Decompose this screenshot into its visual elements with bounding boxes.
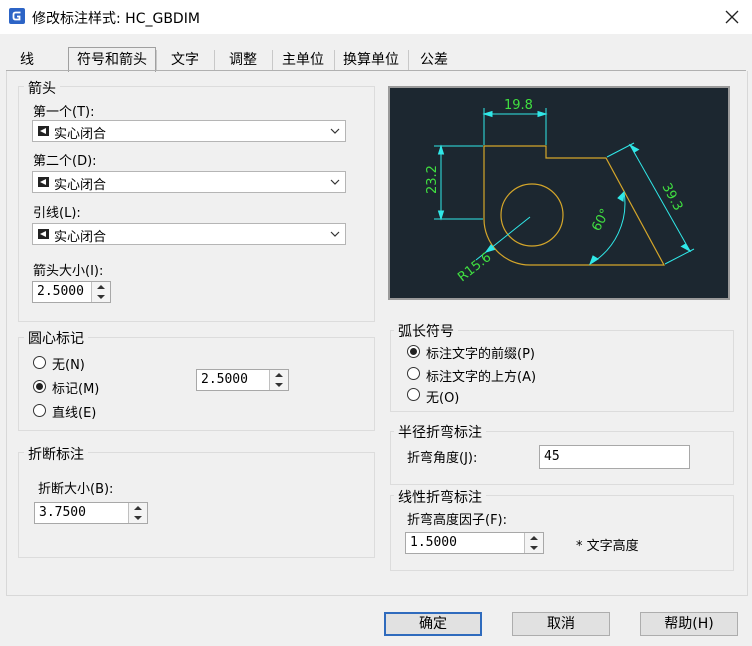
spin-down-button[interactable] (129, 513, 147, 523)
center-line-radio[interactable] (33, 404, 46, 417)
tab-fit[interactable]: 调整 (214, 50, 271, 70)
window-title: 修改标注样式: HC_GBDIM (32, 11, 200, 27)
tab-primary-units[interactable]: 主单位 (272, 50, 333, 70)
arrows-group-title: 箭头 (24, 78, 60, 98)
center-size-value: 2.5000 (201, 372, 248, 387)
center-size-spinner[interactable]: 2.5000 (196, 369, 289, 391)
tab-lines[interactable]: 线 (8, 50, 46, 70)
arc-none-label: 无(O) (426, 391, 460, 406)
cancel-button[interactable]: 取消 (512, 612, 610, 636)
preview-height-text: 23.2 (425, 165, 440, 194)
jog-factor-suffix: * 文字高度 (576, 539, 639, 554)
chevron-down-icon (330, 179, 340, 185)
first-arrow-combo[interactable]: 实心闭合 (32, 120, 346, 142)
chevron-down-icon (330, 128, 340, 134)
second-arrow-combo[interactable]: 实心闭合 (32, 171, 346, 193)
preview-width-text: 19.8 (504, 98, 533, 113)
center-mark-radio[interactable] (33, 380, 46, 393)
jog-factor-spinner[interactable]: 1.5000 (405, 532, 544, 554)
center-none-radio[interactable] (33, 356, 46, 369)
preview-angle-text: 60° (589, 206, 613, 233)
arrowhead-swatch-icon (38, 229, 49, 239)
close-icon (725, 10, 739, 24)
arrowhead-swatch-icon (38, 126, 49, 136)
close-button[interactable] (712, 0, 752, 34)
dimension-preview: 19.8 23.2 39.3 60° R15.6 (388, 86, 730, 300)
center-none-label: 无(N) (52, 358, 85, 373)
arrow-size-label: 箭头大小(I): (33, 264, 104, 279)
tab-text[interactable]: 文字 (156, 50, 213, 70)
arc-above-radio[interactable] (407, 367, 420, 380)
ok-button[interactable]: 确定 (384, 612, 482, 636)
preview-drawing: 19.8 23.2 39.3 60° R15.6 (425, 98, 695, 285)
app-logo-icon (9, 8, 25, 24)
center-line-label: 直线(E) (52, 406, 97, 421)
jog-factor-label: 折弯高度因子(F): (407, 513, 508, 528)
spin-down-button[interactable] (270, 380, 288, 390)
linear-jog-title: 线性折弯标注 (394, 487, 486, 507)
leader-arrow-label: 引线(L): (33, 206, 81, 221)
first-arrow-value: 实心闭合 (54, 127, 107, 142)
second-arrow-value: 实心闭合 (54, 178, 107, 193)
arc-length-title: 弧长符号 (394, 321, 458, 341)
center-mark-label: 标记(M) (52, 382, 100, 397)
leader-arrow-combo[interactable]: 实心闭合 (32, 223, 346, 245)
leader-arrow-value: 实心闭合 (54, 230, 107, 245)
jog-angle-value: 45 (544, 449, 560, 464)
radius-jog-title: 半径折弯标注 (394, 422, 486, 442)
arrow-size-spinner[interactable]: 2.5000 (32, 281, 111, 303)
tab-tolerances[interactable]: 公差 (408, 50, 459, 70)
help-button[interactable]: 帮助(H) (640, 612, 738, 636)
arc-above-label: 标注文字的上方(A) (426, 370, 537, 385)
break-size-spinner[interactable]: 3.7500 (34, 502, 148, 524)
preview-slant-text: 39.3 (658, 181, 685, 214)
second-arrow-label: 第二个(D): (33, 154, 97, 169)
arc-prefix-radio[interactable] (407, 345, 420, 358)
chevron-down-icon (330, 231, 340, 237)
spin-down-button[interactable] (92, 292, 110, 302)
jog-angle-label: 折弯角度(J): (407, 451, 478, 466)
first-arrow-label: 第一个(T): (33, 105, 95, 120)
tab-alternate-units[interactable]: 换算单位 (334, 50, 407, 70)
preview-radius-text: R15.6 (455, 250, 494, 285)
break-group-title: 折断标注 (24, 444, 88, 464)
arc-prefix-label: 标注文字的前缀(P) (426, 347, 535, 362)
center-marks-title: 圆心标记 (24, 328, 88, 348)
jog-factor-value: 1.5000 (410, 535, 457, 550)
tab-symbols-arrows[interactable]: 符号和箭头 (68, 47, 156, 72)
jog-angle-input[interactable]: 45 (539, 445, 690, 469)
spin-down-button[interactable] (525, 543, 543, 553)
arc-none-radio[interactable] (407, 388, 420, 401)
break-size-label: 折断大小(B): (38, 482, 114, 497)
break-size-value: 3.7500 (39, 505, 86, 520)
arrow-size-value: 2.5000 (37, 284, 84, 299)
arrowhead-swatch-icon (38, 177, 49, 187)
